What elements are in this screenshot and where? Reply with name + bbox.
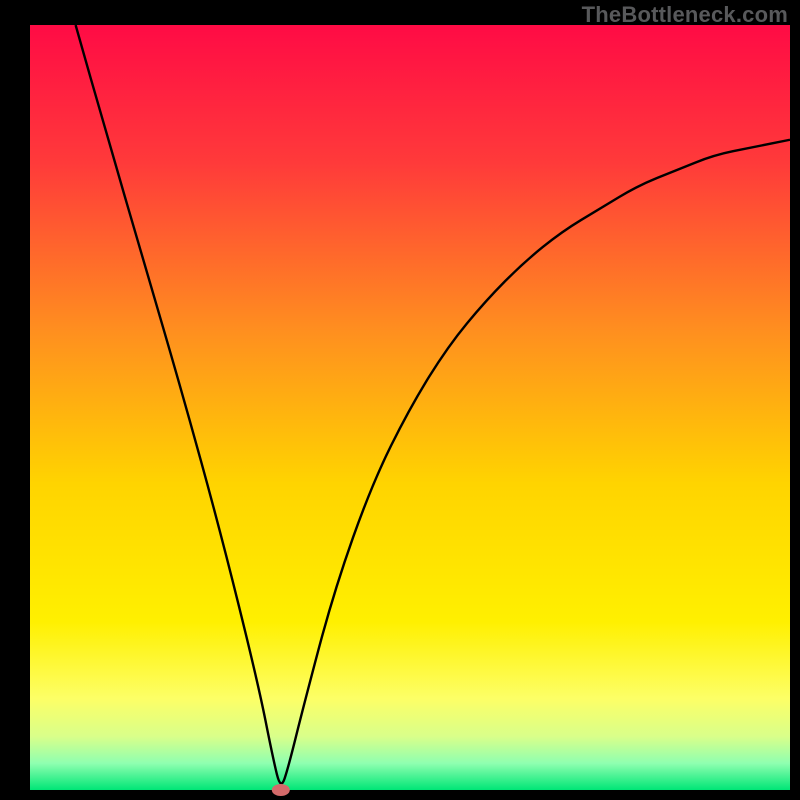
minimum-marker <box>272 784 290 796</box>
watermark-text: TheBottleneck.com <box>582 2 788 28</box>
chart-frame <box>0 0 800 800</box>
